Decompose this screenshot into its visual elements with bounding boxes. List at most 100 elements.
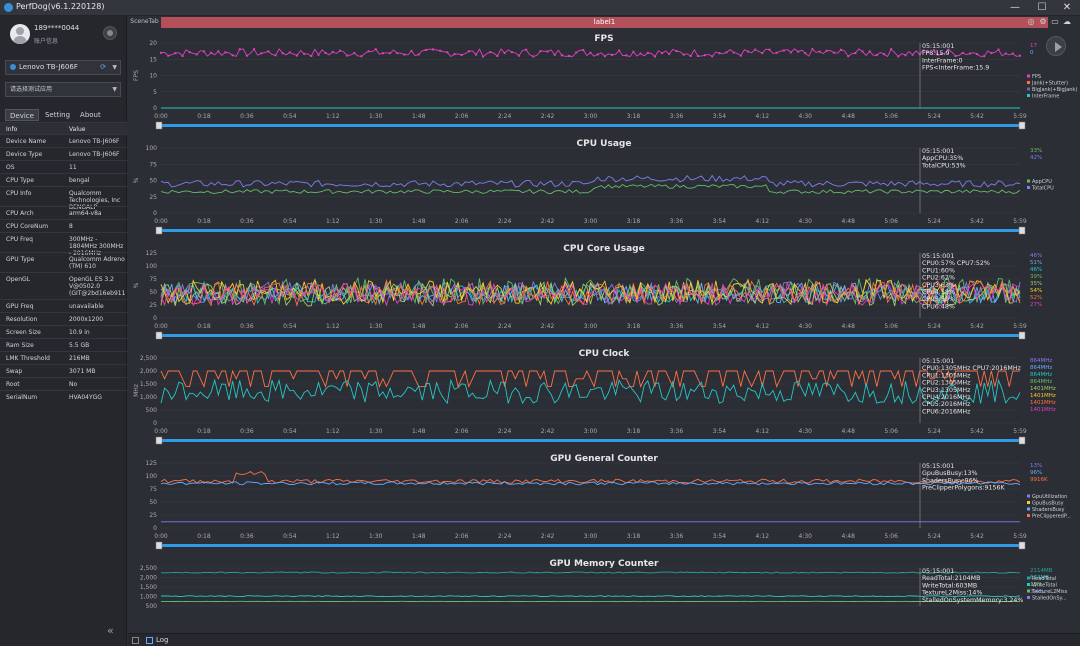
slider-handle-right[interactable] (1018, 541, 1026, 550)
fps-point (868, 50, 871, 53)
slider-handle-left[interactable] (155, 226, 163, 235)
y-tick-label: 0 (153, 315, 157, 322)
slider-handle-right[interactable] (1018, 331, 1026, 340)
console-icon[interactable] (132, 637, 139, 644)
log-checkbox[interactable] (146, 637, 153, 644)
sidebar-tabs: Device Setting About (5, 109, 105, 121)
fps-point (346, 54, 349, 57)
info-value: OpenGL ES 3.2 V@0502.0 (GIT@2bd16eb911 (69, 276, 126, 297)
tab-about[interactable]: About (76, 109, 105, 121)
slider-handle-right[interactable] (1018, 226, 1026, 235)
x-tick-label: 4:30 (799, 218, 813, 225)
tooltip-line: CPU4:2016MHz (922, 394, 971, 401)
tooltip-line: AppCPU:35% (922, 155, 963, 162)
series-line-writetotal (160, 595, 1021, 598)
fps-point (725, 51, 728, 54)
avatar[interactable] (10, 24, 30, 44)
series-line-shadersbusy (160, 481, 1021, 486)
collapse-sidebar-icon[interactable]: « (107, 624, 114, 637)
time-range-slider[interactable] (161, 334, 1020, 337)
fps-point (231, 54, 234, 57)
x-tick-label: 2:06 (455, 113, 469, 120)
info-value: 5.5 GB (69, 342, 90, 349)
right-value: 1401MHz (1030, 393, 1056, 399)
slider-handle-left[interactable] (155, 436, 163, 445)
app-select[interactable]: 请选择测试应用 ▼ (5, 82, 121, 97)
slider-handle-right[interactable] (1018, 436, 1026, 445)
minimize-button[interactable]: — (1004, 1, 1026, 15)
slider-handle-left[interactable] (155, 331, 163, 340)
info-key: Screen Size (6, 329, 41, 336)
info-value: Lenovo TB-J606F (69, 138, 120, 145)
tooltip-line: CPU2:1305MHz (922, 380, 971, 387)
right-value: 864MHz (1030, 372, 1052, 378)
info-key: SerialNum (6, 394, 38, 401)
account-info-link[interactable]: 账户信息 (34, 36, 58, 45)
x-tick-label: 5:24 (927, 113, 941, 120)
x-tick-label: 3:18 (627, 218, 641, 225)
play-button[interactable] (1046, 36, 1066, 56)
slider-handle-left[interactable] (155, 541, 163, 550)
info-key: CPU Arch (6, 210, 34, 217)
window-title: PerfDog(v6.1.220128) (16, 2, 105, 11)
slider-handle-left[interactable] (155, 121, 163, 130)
x-tick-label: 3:54 (713, 428, 727, 435)
x-tick-label: 2:42 (541, 218, 555, 225)
y-tick-label: 10 (149, 73, 157, 80)
maximize-button[interactable]: ☐ (1031, 1, 1053, 15)
y-tick-label: 0 (153, 420, 157, 427)
x-tick-label: 0:54 (283, 113, 297, 120)
close-button[interactable]: ✕ (1056, 1, 1078, 15)
fps-point (589, 51, 592, 54)
x-tick-label: 4:48 (841, 428, 855, 435)
fps-point (174, 52, 177, 55)
time-range-slider[interactable] (161, 229, 1020, 232)
x-tick-label: 5:42 (970, 428, 984, 435)
fps-point (560, 54, 563, 57)
slider-handle-right[interactable] (1018, 121, 1026, 130)
record-button[interactable] (103, 26, 117, 40)
fps-point (825, 49, 828, 52)
info-row: Root No (0, 377, 127, 390)
tab-device[interactable]: Device (5, 109, 39, 121)
device-select-value: Lenovo TB-J606F (19, 63, 78, 71)
fps-point (990, 52, 993, 55)
tab-setting[interactable]: Setting (41, 109, 74, 121)
time-range-slider[interactable] (161, 124, 1020, 127)
x-tick-label: 2:24 (498, 533, 512, 540)
x-tick-label: 0:18 (197, 533, 211, 540)
x-tick-label: 2:42 (541, 323, 555, 330)
title-bar: PerfDog(v6.1.220128) — ☐ ✕ (0, 0, 1080, 16)
x-tick-label: 5:42 (970, 533, 984, 540)
legend-item: WriteTotal (1032, 583, 1057, 589)
x-tick-label: 5:06 (884, 323, 898, 330)
fps-point (517, 54, 520, 57)
info-value: 10.9 in (69, 329, 90, 336)
y-tick-label: 0 (153, 525, 157, 532)
legend-swatch (1027, 583, 1030, 586)
fps-point (653, 55, 656, 58)
fps-point (374, 48, 377, 51)
tooltip-line: CPU1:1305MHz (922, 372, 971, 379)
fps-point (983, 55, 986, 58)
fps-point (410, 49, 413, 52)
y-tick-label: 25 (149, 194, 157, 201)
legend-swatch (1027, 589, 1030, 593)
wifi-link-icon[interactable]: ⟳ (100, 61, 106, 74)
info-row: Swap 3071 MB (0, 364, 127, 377)
right-value: 864MHz (1030, 365, 1052, 371)
info-row: Ram Size 5.5 GB (0, 338, 127, 351)
device-select[interactable]: Lenovo TB-J606F ⟳ ▼ (5, 60, 121, 75)
fps-point (782, 49, 785, 52)
info-value: Lenovo TB-J606F (69, 151, 120, 158)
fps-point (274, 54, 277, 57)
info-row: Device Type Lenovo TB-J606F (0, 147, 127, 160)
time-range-slider[interactable] (161, 544, 1020, 547)
y-tick-label: 2,500 (140, 355, 157, 362)
fps-point (696, 55, 699, 57)
time-range-slider[interactable] (161, 439, 1020, 442)
info-row: Device Name Lenovo TB-J606F (0, 134, 127, 147)
fps-point (575, 51, 578, 54)
fps-point (546, 50, 549, 53)
fps-point (160, 51, 162, 54)
